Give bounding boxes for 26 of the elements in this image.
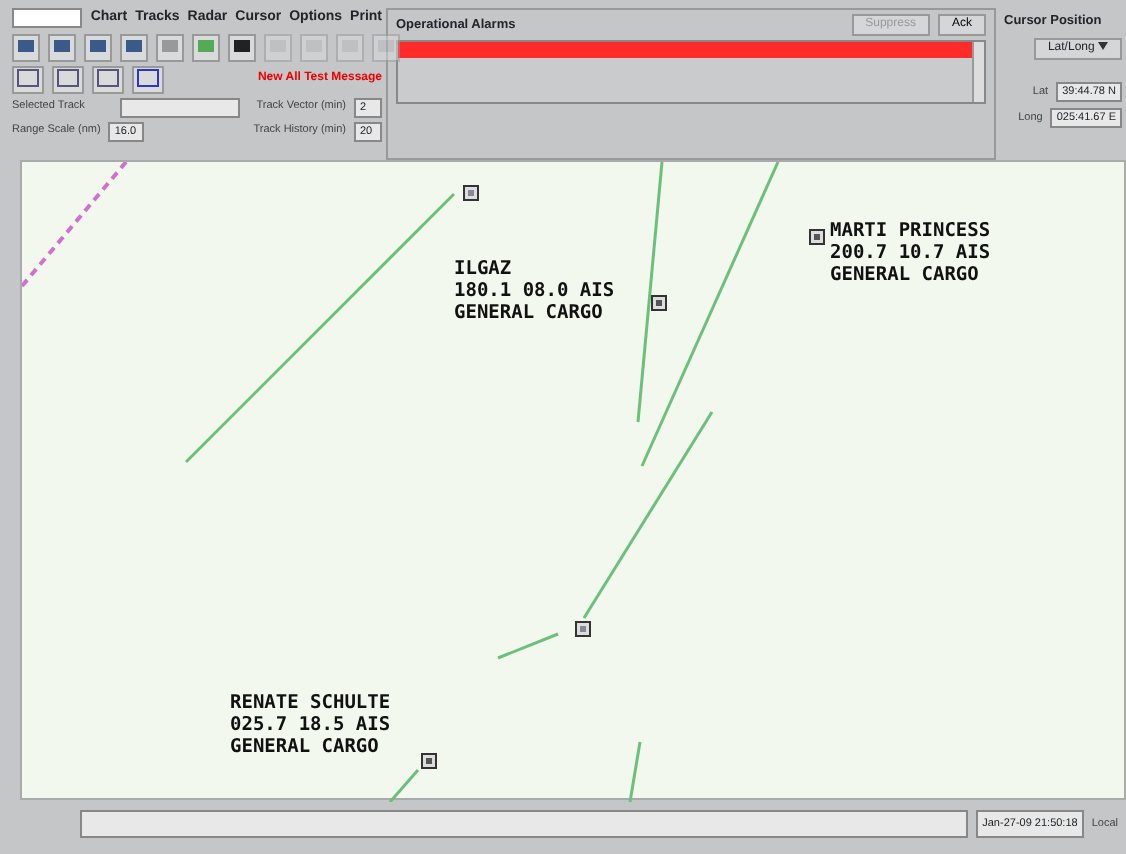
toolbar-icon[interactable] [84,33,112,61]
toolbar-icon[interactable] [12,33,40,61]
logo [12,8,83,29]
vessel-icon[interactable] [463,185,479,201]
toolbar-icon[interactable] [132,65,164,93]
vessel-icon[interactable] [575,621,591,637]
toolbar-icon[interactable] [12,65,44,93]
toolbar-icon[interactable] [48,33,76,61]
vessel-icon[interactable] [651,295,667,311]
vessel-label[interactable]: MARTI PRINCESS 200.7 10.7 AIS GENERAL CARGO [830,220,991,286]
caret-icon [1098,42,1108,51]
vessel-label[interactable]: ILGAZ 180.1 08.0 AIS GENERAL CARGO [454,258,615,324]
toolbar-icon[interactable] [92,65,124,93]
vessel-label[interactable]: RENATE SCHULTE 025.7 18.5 AIS GENERAL CARGO [230,692,391,758]
boundary-line [22,162,128,288]
track-line [388,769,420,802]
vessel-icon[interactable] [809,229,825,245]
toolbar-icon[interactable] [228,33,256,61]
scrollbar[interactable] [972,42,984,102]
vessel-icon[interactable] [421,753,437,769]
toolbar-icon[interactable] [120,33,148,61]
track-line [497,632,559,660]
toolbar-icon[interactable] [52,65,84,93]
selected-track-field[interactable] [120,97,240,117]
chart-area[interactable]: ILGAZ 180.1 08.0 AIS GENERAL CARGO MARTI PRINCESS 200.7 10.7 AIS GENERAL CARGO RENATE SCHULTE 025.7 18.5 AIS GENERAL CARGO [20,160,1126,800]
track-line [628,741,642,802]
